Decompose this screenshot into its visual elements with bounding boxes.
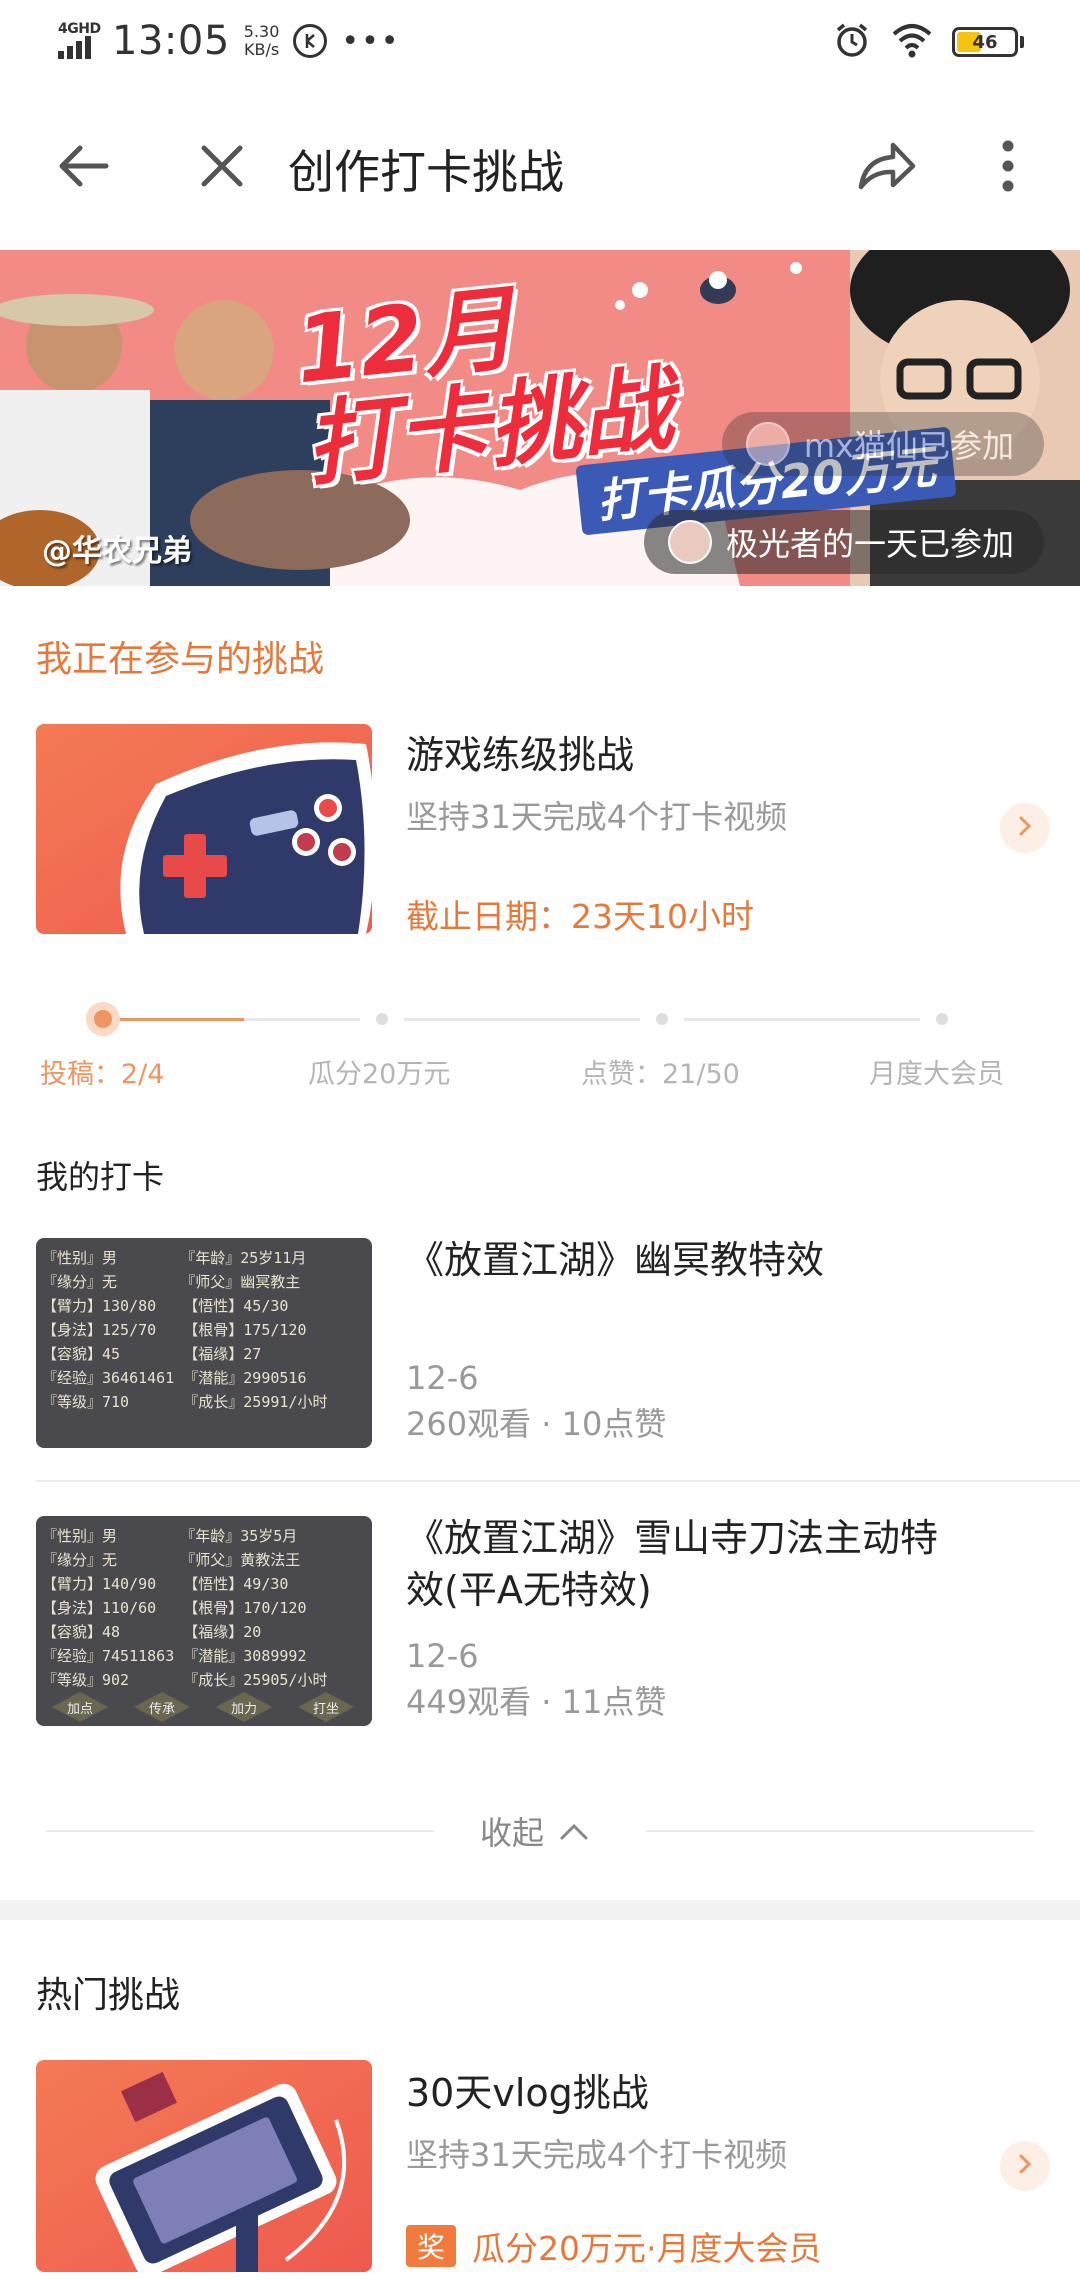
collapse-button[interactable]: 收起: [480, 1808, 590, 1854]
participant-toast: mx猫仙已参加: [721, 412, 1044, 476]
close-icon: [197, 141, 247, 195]
section-heading-my-challenges: 我正在参与的挑战: [36, 639, 325, 680]
video-title: 《放置江湖》幽冥教特效: [406, 1238, 825, 1282]
net-speed-unit: KB/s: [243, 40, 280, 59]
divider: [46, 1830, 434, 1832]
video-title: 《放置江湖》雪山寺刀法主动特效(平A无特效): [406, 1516, 939, 1612]
challenge-reward: 奖 瓜分20万元·月度大会员: [406, 2222, 821, 2270]
section-heading-hot-challenges: 热门挑战: [36, 1975, 181, 2016]
video-date: 12-6: [406, 1359, 479, 1397]
page-title: 创作打卡挑战: [288, 145, 564, 199]
battery-level: 46: [972, 31, 998, 53]
share-icon: [855, 139, 917, 197]
chevron-right-icon: [1015, 2152, 1035, 2180]
progress-step-label: 投稿：2/4: [40, 1059, 165, 1090]
participant-toast: 极光者的一天已参加: [643, 510, 1044, 574]
challenge-description: 坚持31天完成4个打卡视频: [406, 798, 788, 836]
progress-step-dot: [86, 1002, 120, 1036]
thumbnail-game-button: 传承: [134, 1692, 190, 1722]
battery-tip: [1020, 36, 1024, 48]
video-stats: 260观看 · 10点赞: [406, 1405, 667, 1443]
participant-toast-text: 极光者的一天已参加: [725, 525, 1014, 563]
progress-step-dot: [936, 1013, 948, 1025]
challenge-title: 游戏练级挑战: [406, 733, 635, 777]
progress-step-label: 点赞：21/50: [581, 1059, 740, 1090]
challenge-detail-button[interactable]: [1000, 803, 1050, 853]
notification-icon: [293, 24, 328, 58]
reward-text: 瓜分20万元·月度大会员: [472, 2229, 822, 2268]
title-bar: 创作打卡挑战: [0, 98, 1080, 238]
challenge-banner[interactable]: 12月 打卡挑战 打卡瓜分20万元 @华农兄弟 mx猫仙已参加 极光者的一天已参…: [0, 250, 1080, 586]
progress-line: [404, 1018, 640, 1021]
status-bar: 4GHD 13:05 5.30 KB/s ••• 46: [0, 0, 1080, 82]
thumbnail-game-button: 加点: [52, 1692, 108, 1722]
chevron-right-icon: [1015, 814, 1035, 842]
share-button[interactable]: [846, 128, 926, 208]
video-thumbnail: 『性别』男 『年龄』35岁5月 『缘分』无 『师父』黄教法王 【臂力】140/9…: [36, 1516, 372, 1726]
divider: [646, 1830, 1034, 1832]
progress-step-label: 月度大会员: [869, 1059, 1004, 1090]
progress-step-label: 瓜分20万元: [308, 1059, 451, 1090]
challenge-description: 坚持31天完成4个打卡视频: [406, 2136, 788, 2174]
thumbnail-game-button: 打坐: [298, 1692, 354, 1722]
participant-toast-text: mx猫仙已参加: [803, 427, 1014, 465]
progress-step-dot: [376, 1013, 388, 1025]
back-arrow-icon: [56, 138, 112, 198]
gamepad-icon: [36, 724, 372, 934]
more-notifications-icon: •••: [341, 23, 401, 59]
phone-selfie-icon: [36, 2060, 372, 2272]
back-button[interactable]: [44, 128, 124, 208]
thumbnail-game-buttons: 加点 传承 加力 打坐: [52, 1692, 354, 1722]
chevron-up-icon: [558, 1812, 590, 1850]
video-date: 12-6: [406, 1637, 479, 1675]
progress-line: [244, 1018, 360, 1021]
challenge-deadline: 截止日期：23天10小时: [406, 897, 754, 936]
alarm-icon: [832, 20, 872, 64]
video-thumbnail-text: 『性别』男 『年龄』25岁11月 『缘分』无 『师父』幽冥教主 【臂力】130/…: [42, 1249, 328, 1411]
wifi-icon: [890, 20, 934, 64]
progress-line: [684, 1018, 920, 1021]
reward-badge: 奖: [406, 2225, 456, 2267]
divider: [36, 1480, 1080, 1482]
net-speed-value: 5.30: [243, 22, 280, 41]
video-stats: 449观看 · 11点赞: [406, 1683, 667, 1721]
signal-icon: 4GHD: [56, 19, 104, 63]
collapse-row: 收起: [0, 1800, 1080, 1860]
thumbnail-game-button: 加力: [216, 1692, 272, 1722]
challenge-thumbnail: [36, 724, 372, 934]
avatar: [667, 520, 712, 564]
status-time: 13:05: [112, 18, 230, 64]
challenge-thumbnail: [36, 2060, 372, 2272]
progress-line-filled: [118, 1018, 244, 1021]
challenge-title: 30天vlog挑战: [406, 2071, 649, 2115]
video-thumbnail: 『性别』男 『年龄』25岁11月 『缘分』无 『师父』幽冥教主 【臂力】130/…: [36, 1238, 372, 1448]
more-button[interactable]: [968, 128, 1048, 208]
challenge-detail-button[interactable]: [1000, 2141, 1050, 2191]
collapse-label: 收起: [480, 1814, 545, 1852]
battery-icon: 46: [952, 27, 1018, 57]
close-button[interactable]: [182, 128, 262, 208]
section-heading-my-checkins: 我的打卡: [36, 1158, 165, 1196]
more-vertical-icon: [998, 138, 1018, 198]
banner-credit: @华农兄弟: [42, 534, 192, 569]
net-speed: 5.30 KB/s: [244, 23, 280, 59]
section-separator: [0, 1900, 1080, 1920]
progress-step-dot: [656, 1013, 668, 1025]
network-type: 4GHD: [58, 21, 101, 37]
challenge-progress: 投稿：2/4 瓜分20万元 点赞：21/50 月度大会员: [0, 990, 1080, 1100]
avatar: [745, 422, 790, 466]
